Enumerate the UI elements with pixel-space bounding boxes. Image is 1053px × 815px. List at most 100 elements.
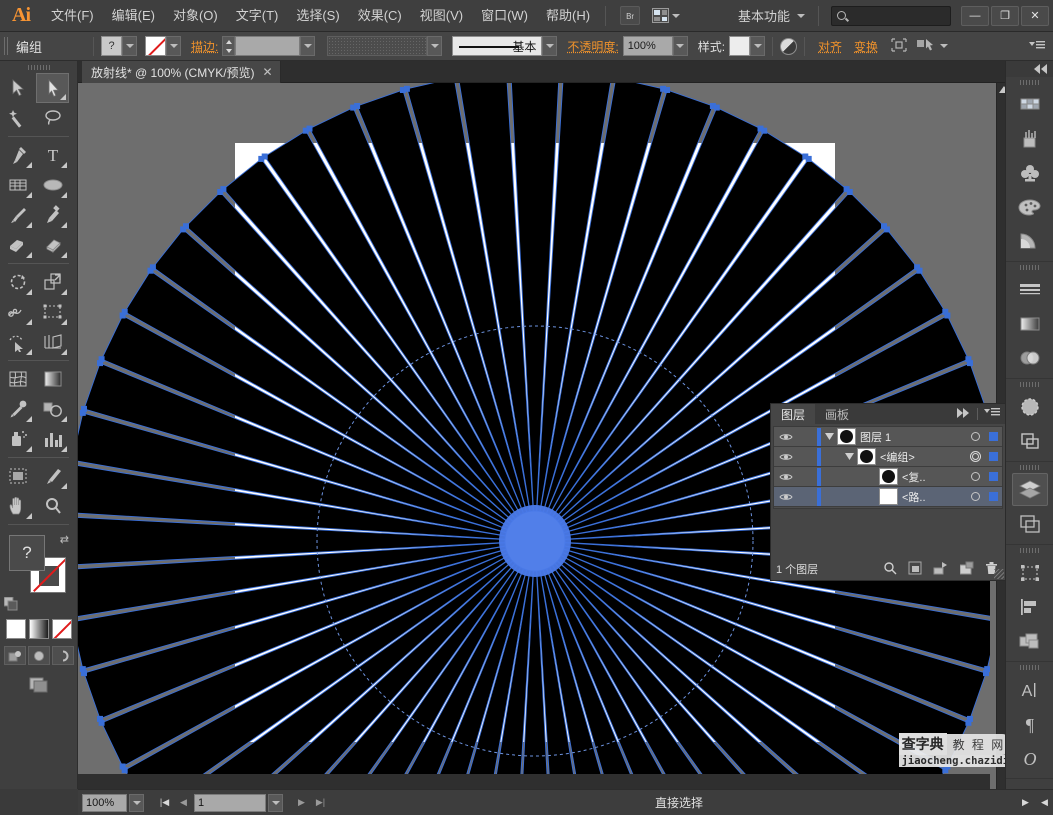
panel-resize-grip[interactable] [994, 569, 1004, 579]
line-segment-tool[interactable] [1, 170, 34, 200]
width-tool[interactable] [1, 297, 34, 327]
opacity-label[interactable]: 不透明度: [567, 38, 618, 55]
menu-edit[interactable]: 编辑(E) [103, 0, 164, 32]
dock-grip[interactable] [1006, 545, 1053, 555]
expand-arrow-icon[interactable] [821, 433, 837, 440]
brushes-panel-icon[interactable] [1012, 122, 1048, 155]
first-artboard-button[interactable]: |◀ [156, 794, 173, 812]
variable-width-profile-field[interactable]: 基本 [452, 36, 543, 56]
pen-tool[interactable] [1, 140, 34, 170]
eraser-tool[interactable] [36, 230, 69, 260]
next-artboard-button[interactable]: ▶ [293, 794, 310, 812]
visibility-icon[interactable] [774, 472, 797, 482]
type-tool[interactable]: T [36, 140, 69, 170]
dock-grip[interactable] [1006, 462, 1053, 472]
paintbrush-tool[interactable] [1, 200, 34, 230]
target-indicator[interactable] [966, 432, 984, 441]
layer-name[interactable]: <复.. [902, 469, 966, 485]
fill-dropdown[interactable] [122, 36, 137, 56]
layer-name[interactable]: <编组> [880, 449, 966, 465]
slice-tool[interactable] [36, 461, 69, 491]
color-guide-panel-icon[interactable] [1012, 224, 1048, 257]
perspective-grid-tool[interactable] [36, 327, 69, 357]
selection-indicator[interactable] [984, 452, 1002, 461]
free-transform-tool[interactable] [36, 297, 69, 327]
make-clipping-mask-icon[interactable] [908, 561, 922, 578]
default-fill-stroke-icon[interactable] [3, 596, 18, 611]
workspace-switcher[interactable]: 基本功能 [738, 5, 831, 26]
maximize-button[interactable]: ❐ [991, 5, 1019, 26]
expand-arrow-icon[interactable] [841, 453, 857, 460]
menu-file[interactable]: 文件(F) [42, 0, 103, 32]
transform-button[interactable]: 变换 [848, 38, 884, 55]
opentype-panel-icon[interactable]: O [1012, 741, 1048, 774]
search-input[interactable] [831, 5, 951, 26]
appearance-panel-icon[interactable] [1012, 390, 1048, 423]
stroke-weight-dropdown[interactable] [300, 36, 316, 56]
menu-help[interactable]: 帮助(H) [537, 0, 599, 32]
menu-window[interactable]: 窗口(W) [472, 0, 537, 32]
swap-fill-stroke-icon[interactable]: ⇄ [60, 533, 69, 546]
graphic-style-dropdown[interactable] [750, 36, 766, 56]
blend-tool[interactable] [36, 394, 69, 424]
brush-definition-field[interactable] [327, 36, 428, 56]
visibility-icon[interactable] [774, 432, 797, 442]
controlbar-panel-menu[interactable] [1029, 39, 1053, 54]
zoom-level-dropdown[interactable] [129, 793, 144, 812]
chevron-down-icon[interactable] [940, 44, 949, 48]
symbols-panel-icon[interactable] [1012, 156, 1048, 189]
scroll-left-button[interactable]: ◀ [1036, 794, 1053, 812]
tab-layers[interactable]: 图层 [771, 404, 816, 424]
stroke-panel-icon[interactable] [1012, 273, 1048, 306]
controlbar-grip[interactable] [4, 37, 10, 55]
previous-artboard-button[interactable]: ◀ [175, 794, 192, 812]
stroke-weight-stepper[interactable] [222, 36, 236, 56]
transparency-panel-icon[interactable] [1012, 341, 1048, 374]
artboards-panel-icon[interactable] [1012, 507, 1048, 540]
column-graph-tool[interactable] [36, 424, 69, 454]
horizontal-scrollbar[interactable] [78, 774, 990, 789]
artboard-number-field[interactable]: 1 [194, 793, 266, 812]
stroke-dropdown[interactable] [166, 36, 181, 56]
visibility-icon[interactable] [774, 492, 797, 502]
draw-normal-button[interactable] [3, 646, 26, 665]
last-artboard-button[interactable]: ▶| [312, 794, 329, 812]
brush-definition-dropdown[interactable] [427, 36, 443, 56]
table-row[interactable]: <路.. [774, 487, 1002, 507]
status-indicator-label[interactable]: 直接选择 [343, 794, 1015, 811]
panel-menu-icon[interactable] [984, 407, 1000, 421]
toolbar-grip[interactable] [0, 61, 77, 73]
dock-grip[interactable] [1006, 262, 1053, 272]
minimize-button[interactable]: — [961, 5, 989, 26]
dock-grip[interactable] [1006, 77, 1053, 87]
layer-name[interactable]: <路.. [902, 489, 966, 505]
color-button[interactable] [5, 619, 26, 639]
magic-wand-tool[interactable] [1, 103, 34, 133]
selection-indicator[interactable] [984, 492, 1002, 501]
dock-grip[interactable] [1006, 662, 1053, 672]
gradient-tool[interactable] [36, 364, 69, 394]
pencil-tool[interactable] [36, 200, 69, 230]
close-icon[interactable]: ✕ [263, 65, 273, 79]
align-panel-icon[interactable] [1012, 590, 1048, 623]
status-menu-button[interactable]: ▶ [1017, 794, 1034, 812]
none-button[interactable] [51, 619, 72, 639]
align-button[interactable]: 对齐 [812, 38, 848, 55]
select-similar-icon[interactable] [916, 37, 936, 56]
visibility-icon[interactable] [774, 452, 797, 462]
menu-object[interactable]: 对象(O) [164, 0, 227, 32]
target-indicator[interactable] [966, 472, 984, 481]
menu-effect[interactable]: 效果(C) [349, 0, 411, 32]
fill-color-swatch[interactable]: ? [9, 535, 45, 571]
selection-tool[interactable] [1, 73, 34, 103]
pathfinder-panel-icon[interactable] [1012, 424, 1048, 457]
eyedropper-tool[interactable] [1, 394, 34, 424]
variable-width-dropdown[interactable] [542, 36, 558, 56]
paragraph-panel-icon[interactable]: ¶ [1012, 707, 1048, 740]
isolate-group-icon[interactable] [890, 37, 908, 56]
gradient-panel-icon[interactable] [1012, 307, 1048, 340]
swatches-panel-icon[interactable] [1012, 88, 1048, 121]
hand-tool[interactable] [1, 491, 34, 521]
draw-inside-button[interactable] [51, 646, 74, 665]
artboard-tool[interactable] [1, 461, 34, 491]
